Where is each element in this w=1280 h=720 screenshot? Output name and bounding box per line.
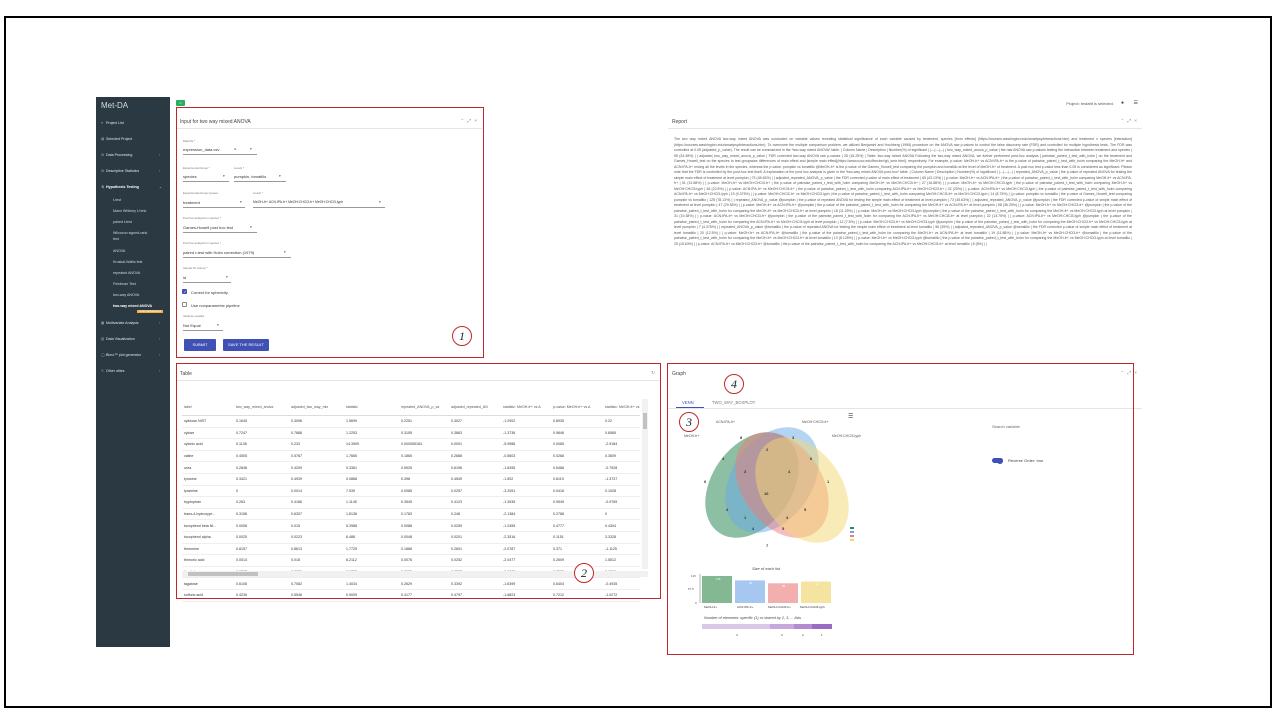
gear-icon: ⚙: [101, 153, 105, 157]
sidebar-subitem-friedman[interactable]: Friedman Test: [113, 282, 136, 286]
sidebar-item-hypothesis-testing[interactable]: ⚗ Hypothesis Testing ⌄: [101, 185, 162, 189]
menu-icon[interactable]: ☰: [1134, 100, 1138, 106]
sidebar-item-multivariate[interactable]: ▦ Multivariate Analysis ‹: [101, 321, 160, 325]
beaker-icon: ⚗: [101, 185, 105, 189]
sidebar-subitem-anova[interactable]: ANOVA: [113, 249, 125, 253]
document-icon: ▤: [101, 137, 105, 141]
chevron-left-icon: ‹: [159, 353, 161, 357]
under-development-badge: under development: [137, 310, 164, 313]
sidebar-item-descriptive-statistics[interactable]: ⚙ Descriptive Statistics ‹: [101, 169, 160, 173]
sidebar-subitem-repeated-anova[interactable]: repeated ANOVA: [113, 271, 140, 275]
sidebar: Met-DA ≡ Project List ▤ Selected Project ⚙…: [96, 97, 170, 647]
sidebar-item-bimo[interactable]: ◯Bimo™ plot generator ‹: [101, 353, 160, 357]
sidebar-subitem-t-test[interactable]: t-test: [113, 198, 121, 202]
sidebar-subitem-mann-whitney[interactable]: Mann Whitney U test: [113, 209, 146, 213]
annotation-box-graph: [667, 363, 1134, 655]
sidebar-subitem-two-way-mixed-anova[interactable]: two-way mixed ANOVA: [113, 304, 152, 308]
sidebar-subitem-two-way-anova[interactable]: two-way ANOVA: [113, 293, 139, 297]
annotation-marker-3: 3: [679, 412, 699, 432]
project-note: Project: testattt is selected.: [1066, 101, 1114, 106]
annotation-box-input: [176, 107, 484, 358]
sidebar-item-selected-project[interactable]: ▤ Selected Project: [101, 137, 132, 141]
chevron-left-icon: ‹: [159, 153, 161, 157]
sidebar-item-project-list[interactable]: ≡ Project List: [101, 121, 124, 125]
sidebar-item-data-visualization[interactable]: ▥ Data Visualization ‹: [101, 337, 160, 341]
report-panel: Report ⌃ ⤢ × The two way mixed ANOVA two…: [668, 115, 1142, 311]
annotation-marker-1: 1: [452, 326, 472, 346]
app-brand: Met-DA: [101, 101, 129, 110]
help-icon[interactable]: ●: [1121, 100, 1124, 106]
annotation-marker-4: 4: [724, 374, 744, 394]
circle-icon: ◯: [101, 353, 106, 357]
report-text: The two way mixed ANOVA two-way mixed AN…: [674, 137, 1132, 246]
panel-controls[interactable]: ⌃ ⤢ ×: [1121, 118, 1139, 124]
chart-icon: ▥: [101, 337, 105, 341]
sidebar-subitem-kruskal[interactable]: Kruskal-Wallis test: [113, 260, 142, 264]
wrench-icon: ✎: [101, 369, 105, 373]
sidebar-subitem-wilcoxon[interactable]: Wilcoxon signed-rank: [113, 231, 147, 235]
grid-icon: ▦: [101, 321, 105, 325]
chevron-left-icon: ‹: [159, 369, 161, 373]
chevron-left-icon: ‹: [159, 169, 161, 173]
report-panel-title: Report: [672, 119, 688, 125]
chevron-down-icon: ⌄: [159, 185, 163, 189]
chevron-left-icon: ‹: [159, 321, 161, 325]
list-icon: ≡: [101, 121, 104, 125]
annotation-marker-2: 2: [574, 563, 594, 583]
gear-icon: ⚙: [101, 169, 105, 173]
sidebar-item-other-utiles[interactable]: ✎ Other utiles ‹: [101, 369, 160, 373]
sidebar-subitem-wilcoxon-cont[interactable]: test: [113, 237, 119, 241]
sidebar-item-data-processing[interactable]: ⚙ Data Processing ‹: [101, 153, 160, 157]
home-button[interactable]: ⌂: [176, 100, 185, 106]
panel-divider: [668, 128, 1142, 129]
sidebar-subitem-paired-t-test[interactable]: paired t-test: [113, 220, 132, 224]
chevron-left-icon: ‹: [159, 337, 161, 341]
